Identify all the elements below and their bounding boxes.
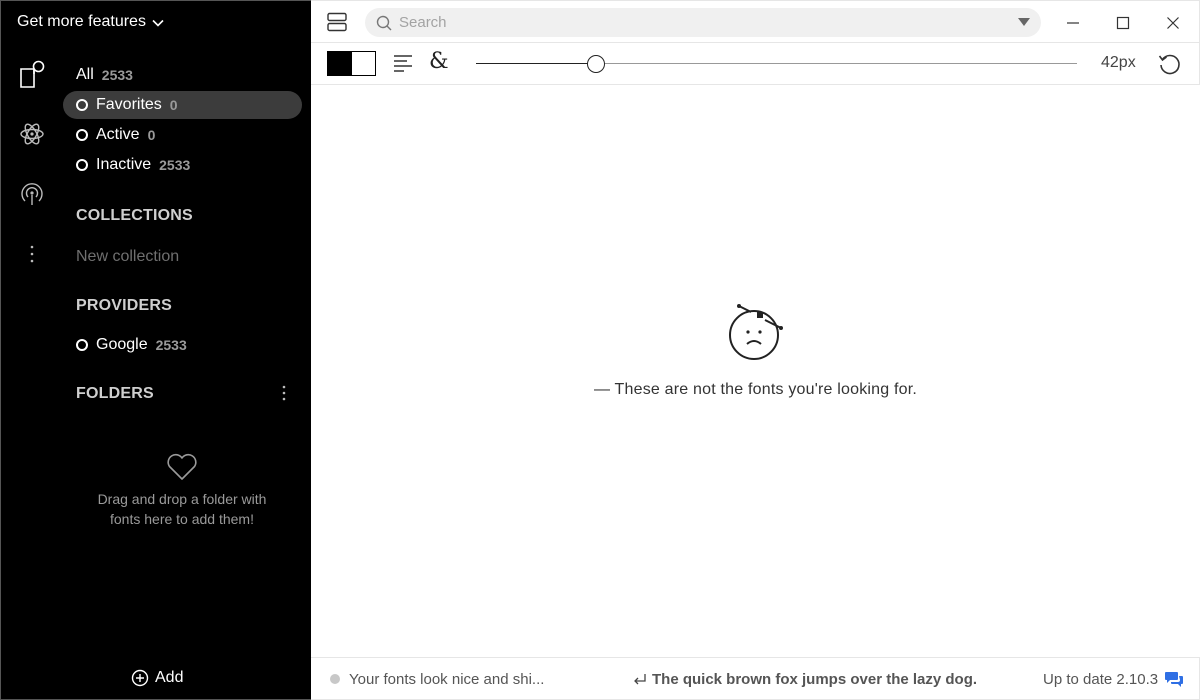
slider-fill (476, 63, 597, 64)
slider-knob[interactable] (587, 55, 606, 73)
rail-more-button[interactable] (18, 240, 46, 268)
more-vertical-icon (282, 385, 286, 401)
rail-broadcast-button[interactable] (18, 180, 46, 208)
minimize-icon (1067, 22, 1079, 24)
folders-menu-button[interactable] (277, 383, 291, 403)
filter-favorites-label: Favorites (96, 96, 162, 113)
layout-toggle-button[interactable] (327, 12, 347, 32)
filter-active[interactable]: Active 0 (63, 121, 302, 149)
search-input[interactable] (399, 8, 999, 37)
radio-ring-icon (76, 99, 88, 111)
font-size-readout: 42px (1101, 54, 1136, 71)
radio-ring-icon (76, 159, 88, 171)
filter-active-label: Active (96, 126, 140, 143)
maximize-icon (1116, 16, 1130, 30)
heart-icon (167, 453, 197, 480)
theme-dark-swatch (328, 52, 352, 75)
radio-ring-icon (76, 339, 88, 351)
layout-rows-icon (327, 12, 347, 32)
align-left-icon (394, 55, 412, 72)
plus-circle-icon (131, 669, 149, 687)
chevron-down-icon (152, 19, 164, 27)
reset-size-button[interactable] (1157, 52, 1181, 81)
get-more-features-button[interactable]: Get more features (17, 13, 164, 31)
reset-icon (1158, 54, 1180, 75)
filter-inactive-label: Inactive (96, 156, 152, 173)
glyph-view-button[interactable]: & (429, 49, 449, 74)
empty-state-message: — These are not the fonts you're looking… (593, 381, 918, 398)
library-icon (20, 60, 45, 88)
top-bar (311, 0, 1200, 43)
preview-text[interactable]: The quick brown fox jumps over the lazy … (652, 671, 977, 688)
status-dot-icon (330, 674, 340, 684)
text-align-button[interactable] (393, 54, 413, 77)
filter-all[interactable]: All 2533 (63, 61, 302, 89)
status-bar: Your fonts look nice and shi... The quic… (311, 657, 1200, 700)
more-vertical-icon (30, 245, 34, 263)
filter-inactive-count: 2533 (159, 157, 191, 173)
search-icon (376, 15, 392, 31)
filter-all-label: All (76, 66, 94, 83)
rail-library-button[interactable] (18, 60, 46, 88)
sad-face-icon (728, 304, 783, 360)
drop-zone-text: Drag and drop a folder with fonts here t… (97, 491, 267, 527)
maximize-button[interactable] (1109, 9, 1137, 37)
provider-google[interactable]: Google 2533 (63, 331, 302, 359)
minimize-button[interactable] (1059, 9, 1087, 37)
filter-favorites[interactable]: Favorites 0 (63, 91, 302, 119)
sidebar: Get more features All 2533 Favorites 0 A… (0, 0, 311, 700)
filter-active-count: 0 (147, 127, 156, 143)
theme-toggle[interactable] (327, 51, 376, 76)
enter-icon (634, 674, 646, 685)
font-size-slider[interactable] (476, 55, 1077, 73)
add-button[interactable]: Add (131, 669, 183, 687)
close-icon (1167, 17, 1179, 29)
provider-google-count: 2533 (155, 337, 187, 353)
filter-favorites-count: 0 (169, 97, 178, 113)
collections-heading: COLLECTIONS (76, 207, 193, 224)
folders-heading: FOLDERS (76, 385, 154, 402)
status-message: Your fonts look nice and shi... (349, 671, 545, 688)
toolbar: & 42px (311, 43, 1200, 85)
chat-bubbles-icon (1165, 672, 1183, 687)
providers-heading: PROVIDERS (76, 297, 173, 314)
broadcast-icon (21, 183, 43, 205)
filter-all-count: 2533 (101, 67, 133, 83)
chat-button[interactable] (1164, 670, 1184, 693)
close-button[interactable] (1159, 9, 1187, 37)
provider-google-label: Google (96, 336, 148, 353)
rail-atom-button[interactable] (18, 120, 46, 148)
atom-icon (20, 123, 44, 145)
radio-ring-icon (76, 129, 88, 141)
dropdown-caret-icon[interactable] (1017, 16, 1031, 28)
theme-light-swatch (351, 52, 375, 75)
folder-drop-zone[interactable]: Drag and drop a folder with fonts here t… (93, 453, 271, 529)
add-button-label: Add (155, 669, 184, 686)
filter-inactive[interactable]: Inactive 2533 (63, 151, 302, 179)
get-more-features-label: Get more features (17, 13, 146, 30)
new-collection-button[interactable]: New collection (76, 248, 179, 266)
empty-state: — These are not the fonts you're looking… (311, 300, 1200, 399)
version-status: Up to date 2.10.3 (1043, 671, 1159, 688)
search-box (365, 8, 1041, 37)
